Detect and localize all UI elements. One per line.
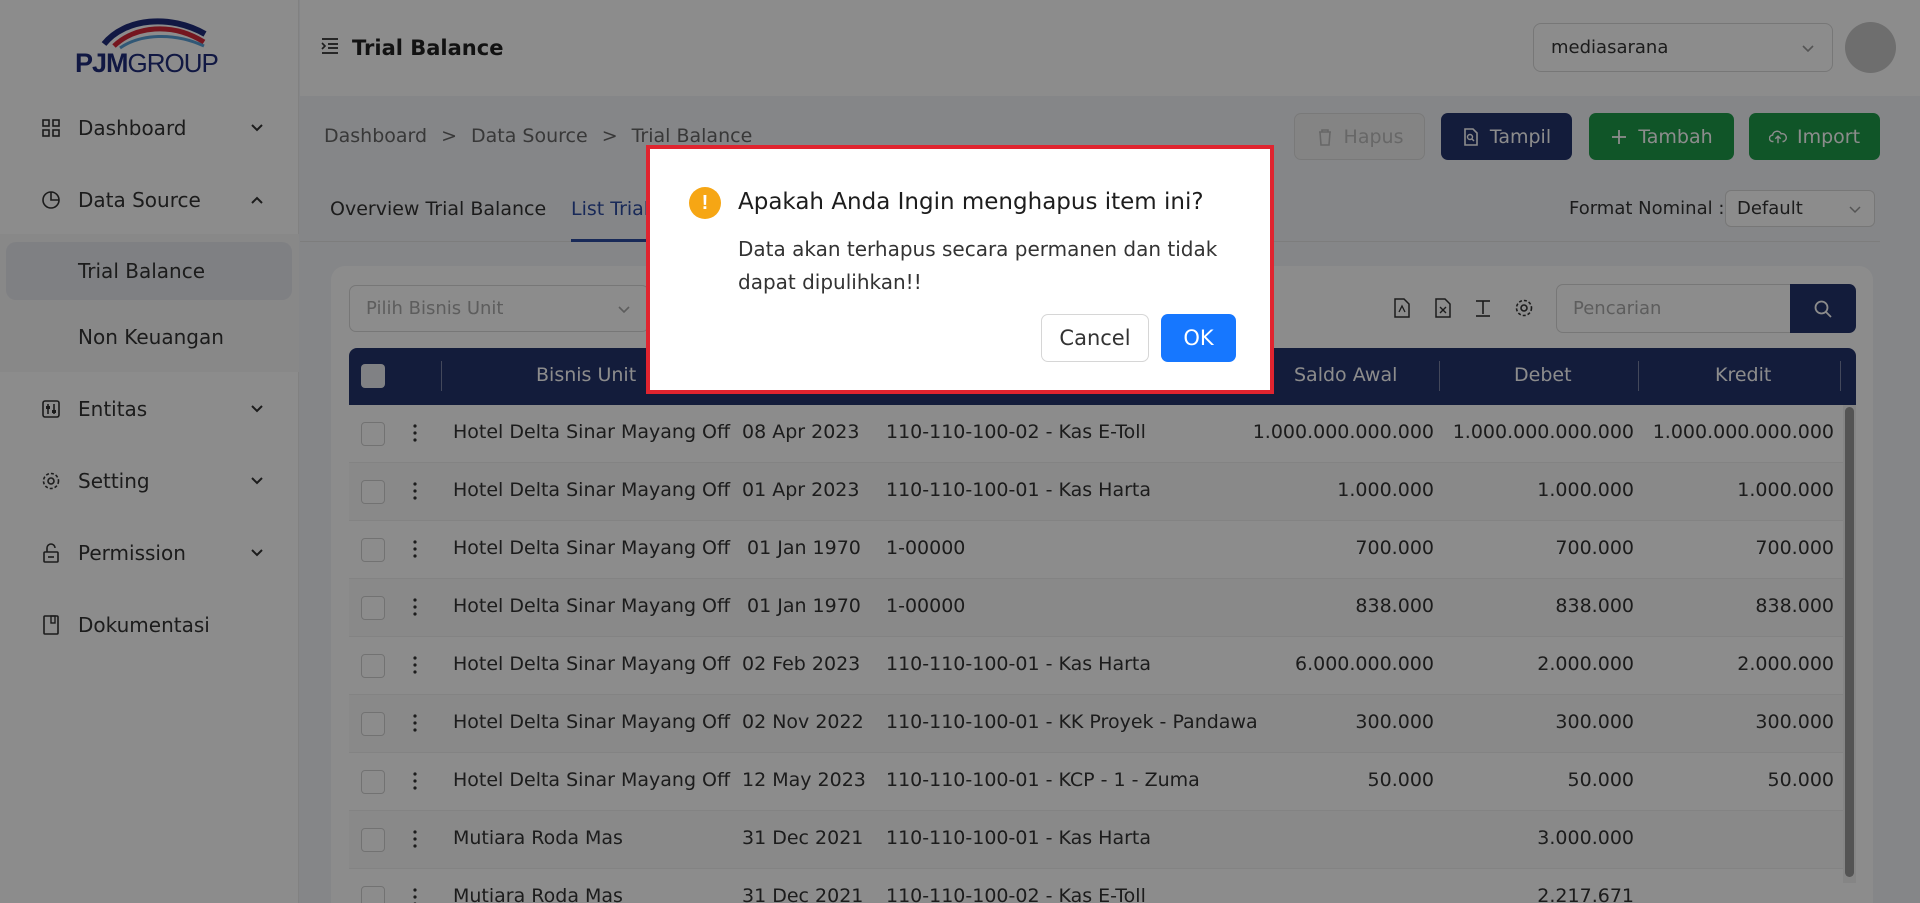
confirm-dialog-highlight: ! Apakah Anda Ingin menghapus item ini? … [646, 145, 1274, 394]
confirm-dialog: ! Apakah Anda Ingin menghapus item ini? … [654, 153, 1266, 386]
modal-overlay[interactable] [0, 0, 1920, 903]
ok-button[interactable]: OK [1161, 314, 1236, 362]
confirm-dialog-message: Data akan terhapus secara permanen dan t… [738, 237, 1218, 294]
confirm-dialog-title: Apakah Anda Ingin menghapus item ini? [738, 189, 1204, 215]
warning-icon: ! [689, 187, 721, 219]
cancel-button[interactable]: Cancel [1041, 314, 1149, 362]
